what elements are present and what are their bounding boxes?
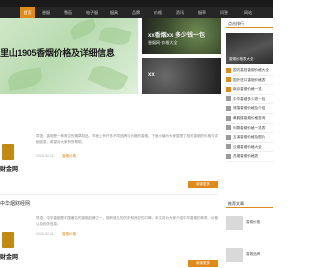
logo-icon — [2, 232, 14, 248]
nav-logo[interactable] — [6, 7, 16, 18]
sidebar-rec-label[interactable]: 香烟价格 — [246, 220, 260, 225]
article-item: 中华烟财经网 财金网 导语：中华香烟是中国著名的香烟品牌之一，拥有悠久的历史和良… — [0, 198, 218, 268]
nav-item[interactable]: 价格 — [154, 7, 162, 18]
hero-title: 里山1905香烟价格及详细信息 — [0, 48, 115, 58]
article-summary: 导语：香烟是一种常见的烟草制品，市面上有许多不同品牌与价格的香烟。下面小编为大家… — [36, 134, 218, 144]
article-title[interactable]: 中华烟财经网 — [0, 200, 30, 207]
hero-side-top[interactable]: xx香烟xx 多少钱一包 香烟网·价格大全 — [142, 18, 221, 54]
hero-side-bottom[interactable]: xx — [142, 58, 221, 94]
list-item[interactable]: 玉溪香烟价格及图片 — [226, 133, 273, 143]
nav-item[interactable]: 烟具 — [110, 7, 118, 18]
sidebar-rec-thumb[interactable] — [226, 216, 243, 230]
hero-side-caption: xx — [148, 72, 155, 78]
nav-item[interactable]: 香烟 — [42, 7, 50, 18]
nav-item[interactable]: 雪茄 — [64, 7, 72, 18]
sidebar-rec-title: 推荐文章 — [226, 200, 273, 208]
rank-badge — [226, 67, 231, 73]
sidebar-feature-caption: 香烟价格表大全 — [229, 57, 254, 61]
article-date: 2020-02-11 — [36, 154, 54, 158]
article-thumb[interactable]: 财金网 — [0, 230, 34, 266]
rank-badge — [226, 125, 231, 131]
rank-badge — [226, 144, 231, 150]
article-summary: 导语：中华香烟是中国著名的香烟品牌之一，拥有悠久的历史和良好的口碑。本文将为大家… — [36, 216, 218, 226]
list-item[interactable]: 国内高档香烟价格大全 — [226, 66, 273, 76]
list-item[interactable]: 国外进口香烟价格表 — [226, 76, 273, 86]
list-item[interactable]: 南京香烟价格一览 — [226, 85, 273, 95]
sidebar-rec-thumb[interactable] — [226, 248, 243, 262]
rank-badge — [226, 153, 231, 159]
rank-badge — [226, 105, 231, 111]
hero-side-caption: xx香烟xx 多少钱一包 — [148, 33, 206, 39]
sidebar-hot-list: 国内高档香烟价格大全 国外进口香烟价格表 南京香烟价格一览 中华香烟多少钱一包 … — [226, 66, 273, 162]
leaf-decoration — [68, 18, 98, 41]
article-logo-text: 财金网 — [0, 167, 19, 173]
sidebar-rec-label[interactable]: 香烟品牌 — [246, 252, 260, 257]
sidebar-feature-image[interactable]: 香烟价格表大全 — [226, 33, 273, 64]
list-item[interactable]: 云烟香烟价格大全 — [226, 143, 273, 153]
read-more-button[interactable]: 阅读更多 — [188, 260, 218, 267]
nav-item-home[interactable]: 首页 — [20, 7, 35, 18]
list-item[interactable]: 利群香烟价格一览表 — [226, 124, 273, 134]
leaf-decoration — [87, 61, 129, 94]
article-logo-text: 财金网 — [0, 255, 19, 261]
article-thumb[interactable]: 财金网 — [0, 142, 34, 178]
article-divider — [0, 194, 218, 195]
sidebar-hot-title: 点击排行 — [226, 20, 273, 28]
article-date: 2020-02-11 — [36, 232, 54, 236]
leaf-decoration — [6, 67, 44, 91]
rank-badge — [226, 134, 231, 140]
nav-item[interactable]: 问答 — [220, 7, 228, 18]
nav-item[interactable]: 电子烟 — [86, 7, 98, 18]
article-tag[interactable]: 香烟价格 — [62, 154, 76, 159]
main-nav: 首页 香烟 雪茄 电子烟 烟具 品牌 价格 资讯 烟草 问答 网站 — [0, 7, 273, 18]
article-item: 财金网 导语：香烟是一种常见的烟草制品，市面上有许多不同品牌与价格的香烟。下面小… — [0, 130, 218, 190]
rank-badge — [226, 77, 231, 83]
list-item[interactable]: 苏烟香烟价格表 — [226, 152, 273, 162]
rank-badge — [226, 96, 231, 102]
nav-item[interactable]: 网站 — [244, 7, 252, 18]
list-item[interactable]: 中华香烟多少钱一包 — [226, 95, 273, 105]
sidebar: 点击排行 香烟价格表大全 国内高档香烟价格大全 国外进口香烟价格表 南京香烟价格… — [226, 20, 273, 162]
article-tag[interactable]: 香烟价格 — [62, 232, 76, 237]
list-item[interactable]: 黄鹤楼香烟价格查询 — [226, 114, 273, 124]
read-more-button[interactable]: 阅读更多 — [188, 181, 218, 188]
leaf-decoration — [98, 24, 132, 48]
hero-banner[interactable]: 里山1905香烟价格及详细信息 — [0, 18, 138, 94]
nav-item[interactable]: 品牌 — [132, 7, 140, 18]
nav-item[interactable]: 资讯 — [176, 7, 184, 18]
rank-badge — [226, 86, 231, 92]
nav-item[interactable]: 烟草 — [198, 7, 206, 18]
rank-badge — [226, 115, 231, 121]
list-item[interactable]: 熊猫香烟价格及介绍 — [226, 104, 273, 114]
hero-side-subcaption: 香烟网·价格大全 — [148, 40, 178, 45]
logo-icon — [2, 144, 14, 160]
top-bar — [0, 0, 273, 7]
